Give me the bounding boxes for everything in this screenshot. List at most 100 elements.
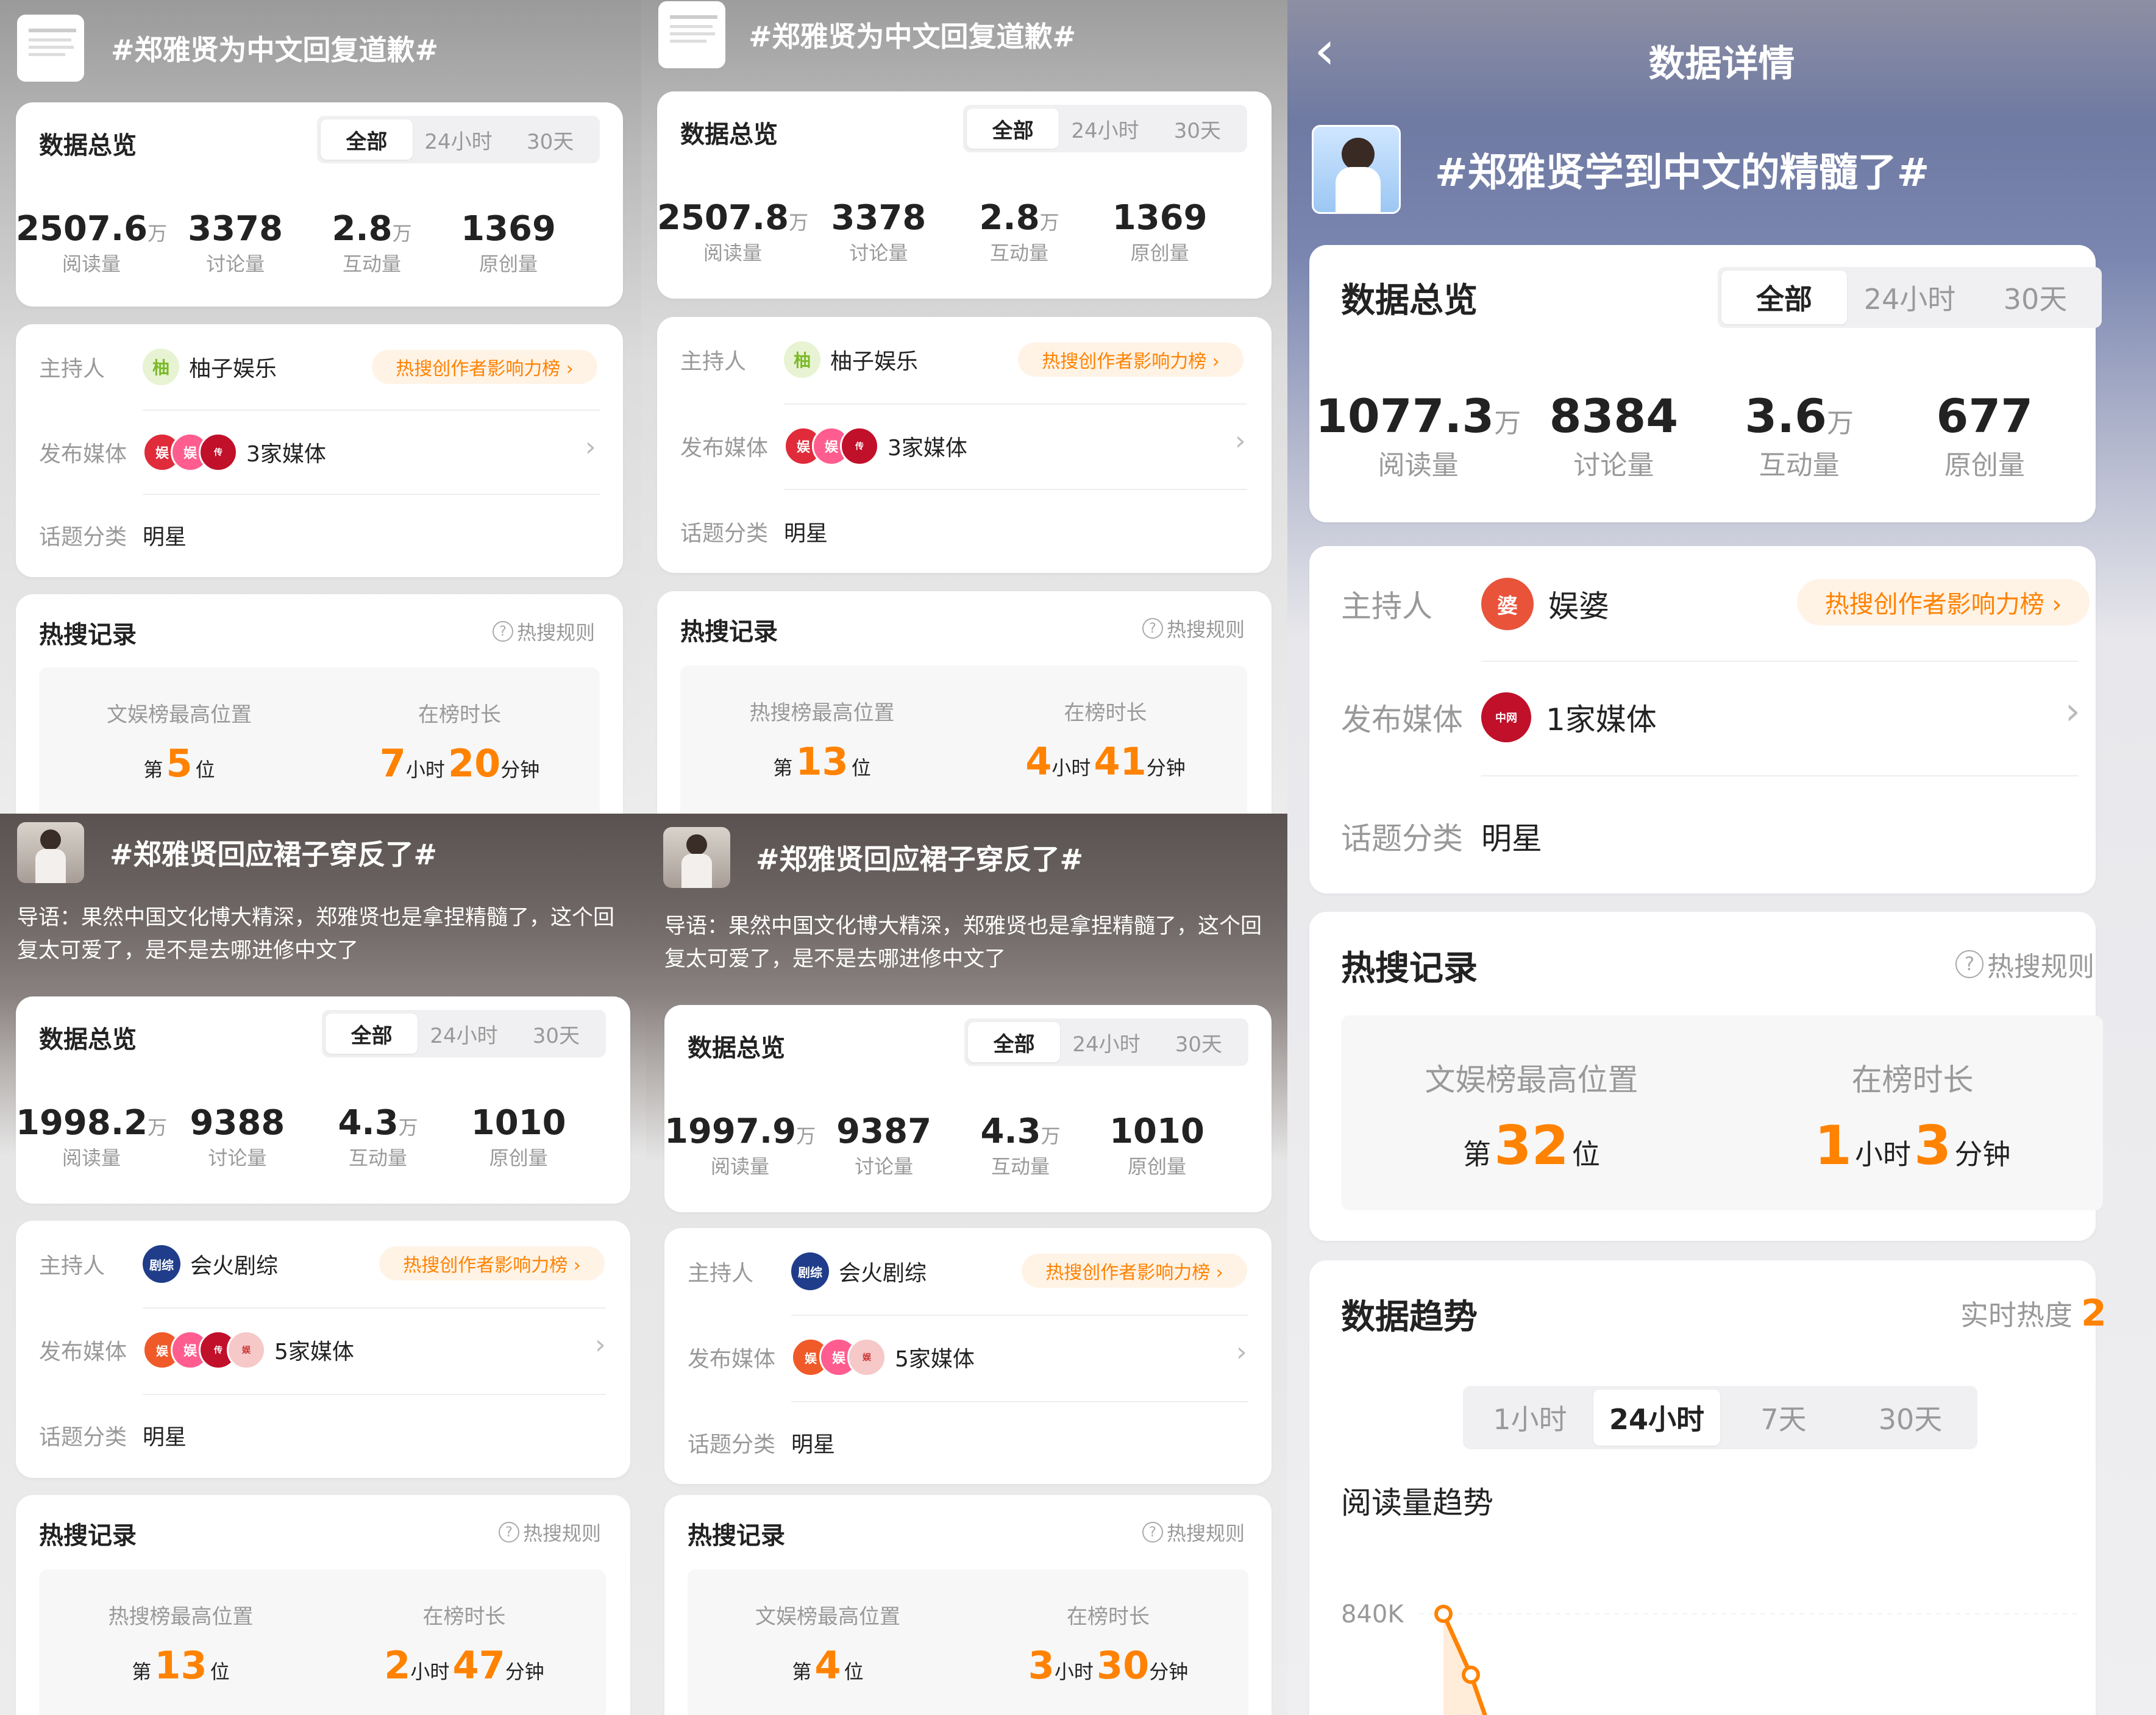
category-row: 话题分类 明星	[1341, 814, 1542, 858]
duration-label: 在榜时长	[1067, 1605, 1150, 1629]
hot-rules-link[interactable]: ? 热搜规则	[493, 617, 595, 645]
chevron-right-icon[interactable]: ›	[595, 1329, 606, 1360]
rank-prefix: 第	[1463, 1138, 1492, 1171]
media-row[interactable]: 发布媒体 娱 娱 娱 5家媒体	[688, 1338, 975, 1377]
category-value: 明星	[791, 1432, 836, 1457]
creator-rank-pill[interactable]: 热搜创作者影响力榜 ›	[1797, 579, 2090, 625]
rank-prefix: 第	[773, 756, 793, 779]
media-row[interactable]: 发布媒体 娱 娱 传 娱 5家媒体	[39, 1330, 354, 1369]
original-value: 677	[1936, 389, 2033, 443]
tab-24h[interactable]: 24小时	[1060, 1022, 1152, 1062]
chevron-right-icon[interactable]: ›	[585, 431, 596, 463]
hot-rules-link[interactable]: ? 热搜规则	[1955, 945, 2094, 984]
topic-thumbnail	[658, 1, 725, 68]
divider	[791, 1315, 1248, 1316]
overview-card: 数据总览 全部 24小时 30天 2507.6万 阅读量 3378 讨论量 2.8万…	[16, 102, 623, 307]
tab-24h[interactable]: 24小时	[418, 1014, 510, 1054]
category-label: 话题分类	[39, 1425, 127, 1450]
chevron-right-icon[interactable]: ›	[1235, 425, 1246, 456]
topic-thumbnail	[17, 822, 84, 883]
metric-original: 677 原创量	[1892, 389, 2077, 482]
rank-suffix: 位	[1571, 1138, 1600, 1171]
tab-all[interactable]: 全部	[967, 108, 1059, 149]
tab-24h[interactable]: 24小时	[1847, 271, 1973, 324]
chevron-right-icon[interactable]: ›	[2065, 689, 2080, 733]
host-row[interactable]: 主持人 剧综 会火剧综	[39, 1245, 278, 1283]
discuss-label: 讨论量	[208, 1146, 267, 1170]
creator-rank-pill[interactable]: 热搜创作者影响力榜 ›	[1022, 1254, 1247, 1288]
topic-title: #郑雅贤回应裙子穿反了#	[756, 843, 1084, 876]
creator-rank-pill[interactable]: 热搜创作者影响力榜 ›	[1018, 343, 1243, 377]
host-row[interactable]: 主持人 剧综 会火剧综	[688, 1252, 927, 1290]
hot-rules-link[interactable]: ? 热搜规则	[499, 1518, 601, 1546]
host-row[interactable]: 主持人 柚 柚子娱乐	[680, 341, 918, 378]
hot-rules-link[interactable]: ? 热搜规则	[1142, 1518, 1245, 1546]
media-row[interactable]: 发布媒体 娱 娱 传 3家媒体	[39, 433, 326, 472]
discuss-value: 3378	[831, 198, 927, 238]
chevron-right-icon[interactable]: ›	[1236, 1337, 1247, 1368]
tab-24h[interactable]: 24小时	[413, 119, 505, 160]
metric-read: 1998.2万 阅读量	[16, 1103, 167, 1171]
help-icon: ?	[499, 1522, 519, 1543]
host-row[interactable]: 主持人 柚 柚子娱乐	[39, 349, 277, 385]
trend-tab-7d[interactable]: 7天	[1720, 1390, 1847, 1446]
tab-30d[interactable]: 30天	[510, 1014, 602, 1054]
time-range-tabs: 全部 24小时 30天	[964, 1018, 1248, 1066]
best-rank: 热搜榜最高位置 第 13 位	[680, 696, 964, 784]
best-rank: 文娱榜最高位置 第 5 位	[39, 698, 319, 786]
trend-tab-24h[interactable]: 24小时	[1593, 1390, 1720, 1446]
media-label: 发布媒体	[39, 1340, 127, 1365]
creator-rank-pill[interactable]: 热搜创作者影响力榜 ›	[372, 350, 597, 384]
media-row[interactable]: 发布媒体 中网 1家媒体	[1341, 692, 1657, 742]
trend-tab-1h[interactable]: 1小时	[1467, 1390, 1593, 1446]
category-value: 明星	[1481, 821, 1542, 856]
rank-prefix: 第	[792, 1660, 812, 1683]
metric-read: 1077.3万 阅读量	[1315, 389, 1521, 482]
on-list-duration: 在榜时长 7小时 20分钟	[319, 698, 600, 786]
help-icon: ?	[1142, 1522, 1163, 1543]
creator-rank-pill[interactable]: 热搜创作者影响力榜 ›	[379, 1246, 605, 1280]
topic-lead: 导语：果然中国文化博大精深，郑雅贤也是拿捏精髓了，这个回复太可爱了，是不是去哪进…	[17, 906, 615, 964]
overview-title: 数据总览	[688, 1034, 785, 1062]
host-row[interactable]: 主持人 婆 娱婆	[1341, 578, 1609, 630]
trend-tab-30d[interactable]: 30天	[1847, 1390, 1974, 1446]
hot-record-card: 热搜记录 ? 热搜规则 热搜榜最高位置 第 13 位 在榜时长 4小时 41分钟	[657, 591, 1272, 814]
hours-value: 7	[379, 741, 406, 786]
hours-unit: 小时	[1051, 756, 1091, 779]
overview-card: 数据总览 全部 24小时 30天 1997.9万 阅读量 9387 讨论量 4.3万…	[664, 1005, 1272, 1212]
host-avatar: 婆	[1481, 578, 1534, 630]
tab-all[interactable]: 全部	[968, 1022, 1061, 1062]
interact-unit: 万	[398, 1116, 418, 1139]
tab-30d[interactable]: 30天	[504, 119, 596, 160]
tab-24h[interactable]: 24小时	[1059, 108, 1151, 149]
tab-all[interactable]: 全部	[326, 1014, 418, 1054]
hot-record-card: 热搜记录 ? 热搜规则 文娱榜最高位置 第 5 位 在榜时长 7小时 20分钟	[16, 594, 623, 814]
category-label: 话题分类	[680, 521, 769, 546]
media-avatars: 娱 娱 传	[784, 427, 879, 466]
divider	[143, 1394, 606, 1395]
tab-all[interactable]: 全部	[321, 119, 413, 160]
metric-discuss: 9388 讨论量	[167, 1103, 308, 1171]
metric-interact: 2.8万 互动量	[949, 198, 1090, 266]
trend-point[interactable]	[1462, 1666, 1480, 1684]
media-label: 发布媒体	[39, 442, 127, 467]
rank-value: 13	[795, 739, 849, 784]
hot-rules-link[interactable]: ? 热搜规则	[1142, 614, 1245, 642]
read-value: 1997.9	[664, 1112, 797, 1151]
tab-30d[interactable]: 30天	[1151, 108, 1243, 149]
on-list-duration: 在榜时长 2小时 47分钟	[322, 1600, 606, 1688]
media-row[interactable]: 发布媒体 娱 娱 传 3家媒体	[680, 427, 967, 466]
host-avatar: 柚	[784, 341, 820, 378]
help-icon: ?	[1142, 618, 1163, 639]
divider	[1481, 661, 2079, 662]
interact-label: 互动量	[991, 1155, 1050, 1178]
tab-30d[interactable]: 30天	[1973, 271, 2098, 324]
nav-title: 数据详情	[1648, 43, 1795, 85]
trend-point[interactable]	[1434, 1605, 1453, 1623]
interact-unit: 万	[1826, 408, 1854, 439]
overview-title: 数据总览	[39, 132, 137, 160]
tab-all[interactable]: 全部	[1721, 271, 1847, 324]
host-name: 会火剧综	[190, 1254, 279, 1279]
metric-discuss: 3378 讨论量	[808, 198, 949, 266]
tab-30d[interactable]: 30天	[1153, 1022, 1245, 1062]
